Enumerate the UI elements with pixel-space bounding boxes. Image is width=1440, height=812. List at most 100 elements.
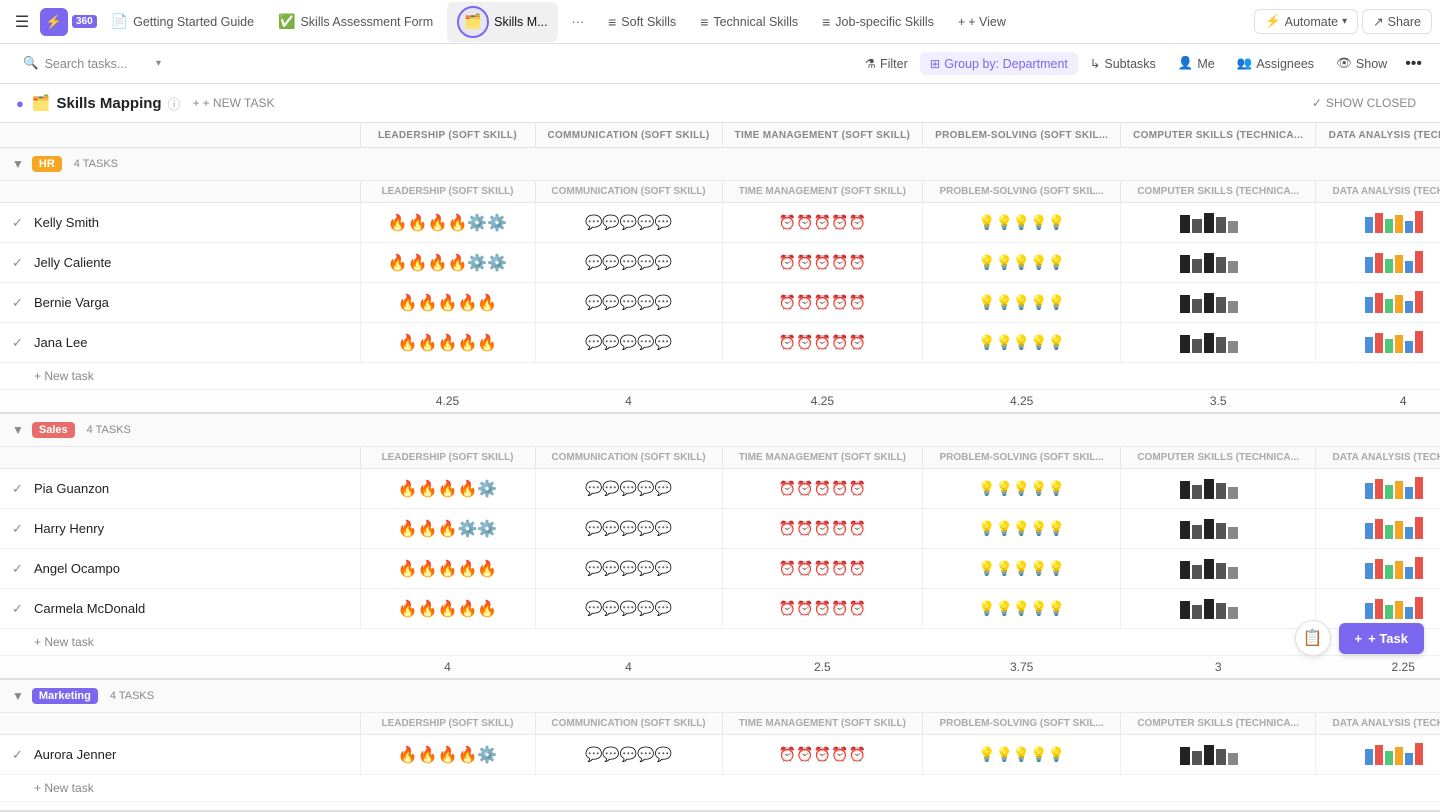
show-btn[interactable]: 👁 Show xyxy=(1326,52,1397,75)
more-tabs-btn[interactable]: ··· xyxy=(562,11,595,33)
hamburger-btn[interactable]: ☰ xyxy=(8,8,36,36)
getting-started-label: Getting Started Guide xyxy=(133,15,254,29)
check-icon: ✓ xyxy=(12,561,26,577)
clipboard-btn[interactable]: 📋 xyxy=(1295,620,1331,656)
new-task-row-hr[interactable]: + New task xyxy=(0,363,1440,390)
col-communication: COMMUNICATION (SOFT SKILL) xyxy=(535,123,722,148)
task-name: Angel Ocampo xyxy=(34,561,120,576)
skills-table: LEADERSHIP (SOFT SKILL) COMMUNICATION (S… xyxy=(0,123,1440,812)
more-options-btn[interactable]: ••• xyxy=(1399,51,1428,77)
group-by-btn[interactable]: ⊞ Group by: Department xyxy=(920,52,1078,75)
group-header-marketing: ▼ Marketing 4 TASKS xyxy=(0,679,1440,713)
group-col-headers-hr: LEADERSHIP (SOFT SKILL) COMMUNICATION (S… xyxy=(0,181,1440,203)
skills-assessment-label: Skills Assessment Form xyxy=(300,15,433,29)
assignees-btn[interactable]: 👥 Assignees xyxy=(1227,52,1324,75)
group-tag-marketing: Marketing xyxy=(32,688,98,704)
group-tag-sales: Sales xyxy=(32,422,75,438)
list-header: ● 🗂️ Skills Mapping ⓘ + + NEW TASK ✓ SHO… xyxy=(0,84,1440,123)
plus-icon: + xyxy=(1355,631,1363,646)
table-row[interactable]: ✓ Carmela McDonald 🔥🔥🔥🔥🔥 💬💬💬💬💬 ⏰⏰⏰⏰⏰ 💡💡💡… xyxy=(0,589,1440,629)
add-view-btn[interactable]: + + View xyxy=(948,11,1016,33)
share-label: Share xyxy=(1388,15,1421,29)
share-btn[interactable]: ↗ Share xyxy=(1362,9,1432,34)
toolbar: 🔍 Search tasks... ▾ ⚗ Filter ⊞ Group by:… xyxy=(0,44,1440,84)
show-label: Show xyxy=(1356,57,1387,71)
task-label: + Task xyxy=(1368,631,1408,646)
list-icon: 🗂️ xyxy=(32,94,51,112)
group-col-headers-sales: LEADERSHIP (SOFT SKILL) COMMUNICATION (S… xyxy=(0,447,1440,469)
group-task-count-sales: 4 TASKS xyxy=(87,424,131,436)
nav-right-actions: ⚡ Automate ▾ ↗ Share xyxy=(1254,9,1432,34)
collapse-btn-sales[interactable]: ▼ xyxy=(12,423,24,437)
nav-tab-skills-assessment[interactable]: ✅ Skills Assessment Form xyxy=(268,9,443,34)
lightning-icon: ⚡ xyxy=(1265,14,1281,29)
assignees-label: Assignees xyxy=(1256,57,1314,71)
table-row[interactable]: ✓ Jana Lee 🔥🔥🔥🔥🔥 💬💬💬💬💬 ⏰⏰⏰⏰⏰ 💡💡💡💡💡 xyxy=(0,323,1440,363)
show-closed-label: SHOW CLOSED xyxy=(1326,96,1416,110)
filter-label: Filter xyxy=(880,57,908,71)
job-specific-icon: ≡ xyxy=(822,14,830,30)
app-logo[interactable]: ⚡ xyxy=(40,8,68,36)
add-task-btn[interactable]: + + Task xyxy=(1339,623,1424,654)
subtasks-btn[interactable]: ↳ Subtasks xyxy=(1080,52,1166,75)
table-row[interactable]: ✓ Angel Ocampo 🔥🔥🔥🔥🔥 💬💬💬💬💬 ⏰⏰⏰⏰⏰ 💡💡💡💡💡 xyxy=(0,549,1440,589)
clipboard-icon: 📋 xyxy=(1303,628,1323,648)
active-indicator: 🗂️ xyxy=(457,6,489,38)
skills-m-icon: 🗂️ xyxy=(464,13,481,30)
col-time-management: TIME MANAGEMENT (SOFT SKILL) xyxy=(722,123,923,148)
col-computer-skills: COMPUTER SKILLS (TECHNICA... xyxy=(1121,123,1316,148)
table-row[interactable]: ✓ Pia Guanzon 🔥🔥🔥🔥⚙️ 💬💬💬💬💬 ⏰⏰⏰⏰⏰ 💡💡💡💡💡 xyxy=(0,469,1440,509)
list-title: Skills Mapping xyxy=(57,95,162,112)
summary-row-hr: 4.25 4 4.25 4.25 3.5 4 xyxy=(0,390,1440,414)
new-task-btn[interactable]: + + NEW TASK xyxy=(187,94,281,112)
group-header-sales: ▼ Sales 4 TASKS xyxy=(0,413,1440,447)
plus-icon: + xyxy=(958,15,965,29)
table-row[interactable]: ✓ Bernie Varga 🔥🔥🔥🔥🔥 💬💬💬💬💬 ⏰⏰⏰⏰⏰ 💡💡💡💡💡 xyxy=(0,283,1440,323)
check-icon: ✓ xyxy=(12,255,26,271)
group-task-count-hr: 4 TASKS xyxy=(74,158,118,170)
group-task-count-marketing: 4 TASKS xyxy=(110,690,154,702)
task-name: Bernie Varga xyxy=(34,295,109,310)
nav-tab-job-specific[interactable]: ≡ Job-specific Skills xyxy=(812,10,944,34)
col-name xyxy=(0,123,360,148)
getting-started-icon: 📄 xyxy=(111,13,128,30)
subtasks-label: Subtasks xyxy=(1104,57,1155,71)
table-row[interactable]: ✓ Aurora Jenner 🔥🔥🔥🔥⚙️ 💬💬💬💬💬 ⏰⏰⏰⏰⏰ 💡💡💡💡💡 xyxy=(0,735,1440,775)
new-task-row-marketing[interactable]: + New task xyxy=(0,775,1440,802)
share-icon: ↗ xyxy=(1373,14,1383,29)
group-col-headers-marketing: LEADERSHIP (SOFT SKILL) COMMUNICATION (S… xyxy=(0,713,1440,735)
nav-tab-soft-skills[interactable]: ≡ Soft Skills xyxy=(598,10,686,34)
nav-tab-getting-started[interactable]: 📄 Getting Started Guide xyxy=(101,9,264,34)
task-name: Harry Henry xyxy=(34,521,104,536)
skills-m-label: Skills M... xyxy=(494,15,547,29)
technical-label: Technical Skills xyxy=(713,15,798,29)
toolbar-right: ⚗ Filter ⊞ Group by: Department ↳ Subtas… xyxy=(855,51,1428,77)
task-name: Pia Guanzon xyxy=(34,481,109,496)
list-title-area: 🗂️ Skills Mapping ⓘ + + NEW TASK xyxy=(32,94,281,113)
collapse-btn-marketing[interactable]: ▼ xyxy=(12,689,24,703)
info-icon[interactable]: ⓘ xyxy=(168,94,181,113)
col-leadership: LEADERSHIP (SOFT SKILL) xyxy=(360,123,535,148)
nav-tab-technical-skills[interactable]: ≡ Technical Skills xyxy=(690,10,808,34)
automate-btn[interactable]: ⚡ Automate ▾ xyxy=(1254,9,1358,34)
check-icon: ✓ xyxy=(12,215,26,231)
show-closed-btn[interactable]: ✓ SHOW CLOSED xyxy=(1304,92,1424,114)
me-btn[interactable]: 👤 Me xyxy=(1168,52,1225,75)
new-task-label: + NEW TASK xyxy=(203,96,275,110)
table-row[interactable]: ✓ Jelly Caliente 🔥🔥🔥🔥⚙️⚙️ 💬💬💬💬💬 ⏰⏰⏰⏰⏰ 💡💡… xyxy=(0,243,1440,283)
collapse-list-btn[interactable]: ● xyxy=(16,96,24,111)
table-row[interactable]: ✓ Kelly Smith 🔥🔥🔥🔥⚙️⚙️ 💬💬💬💬💬 ⏰⏰⏰⏰⏰ 💡💡💡💡💡 xyxy=(0,203,1440,243)
table-row[interactable]: ✓ Harry Henry 🔥🔥🔥⚙️⚙️ 💬💬💬💬💬 ⏰⏰⏰⏰⏰ 💡💡💡💡💡 xyxy=(0,509,1440,549)
grid-container: LEADERSHIP (SOFT SKILL) COMMUNICATION (S… xyxy=(0,123,1440,812)
badge-360: 360 xyxy=(72,15,97,28)
new-task-row-sales[interactable]: + New task xyxy=(0,629,1440,656)
filter-btn[interactable]: ⚗ Filter xyxy=(855,52,918,75)
automate-label: Automate xyxy=(1285,15,1339,29)
search-box[interactable]: 🔍 Search tasks... ▾ xyxy=(12,51,172,76)
collapse-btn-hr[interactable]: ▼ xyxy=(12,157,24,171)
technical-icon: ≡ xyxy=(700,14,708,30)
check-icon: ✓ xyxy=(12,601,26,617)
nav-tab-skills-m[interactable]: 🗂️ Skills M... xyxy=(447,2,557,42)
col-data-analysis: DATA ANALYSIS (TECHNICAL xyxy=(1316,123,1440,148)
chevron-down-icon: ▾ xyxy=(1342,16,1347,27)
